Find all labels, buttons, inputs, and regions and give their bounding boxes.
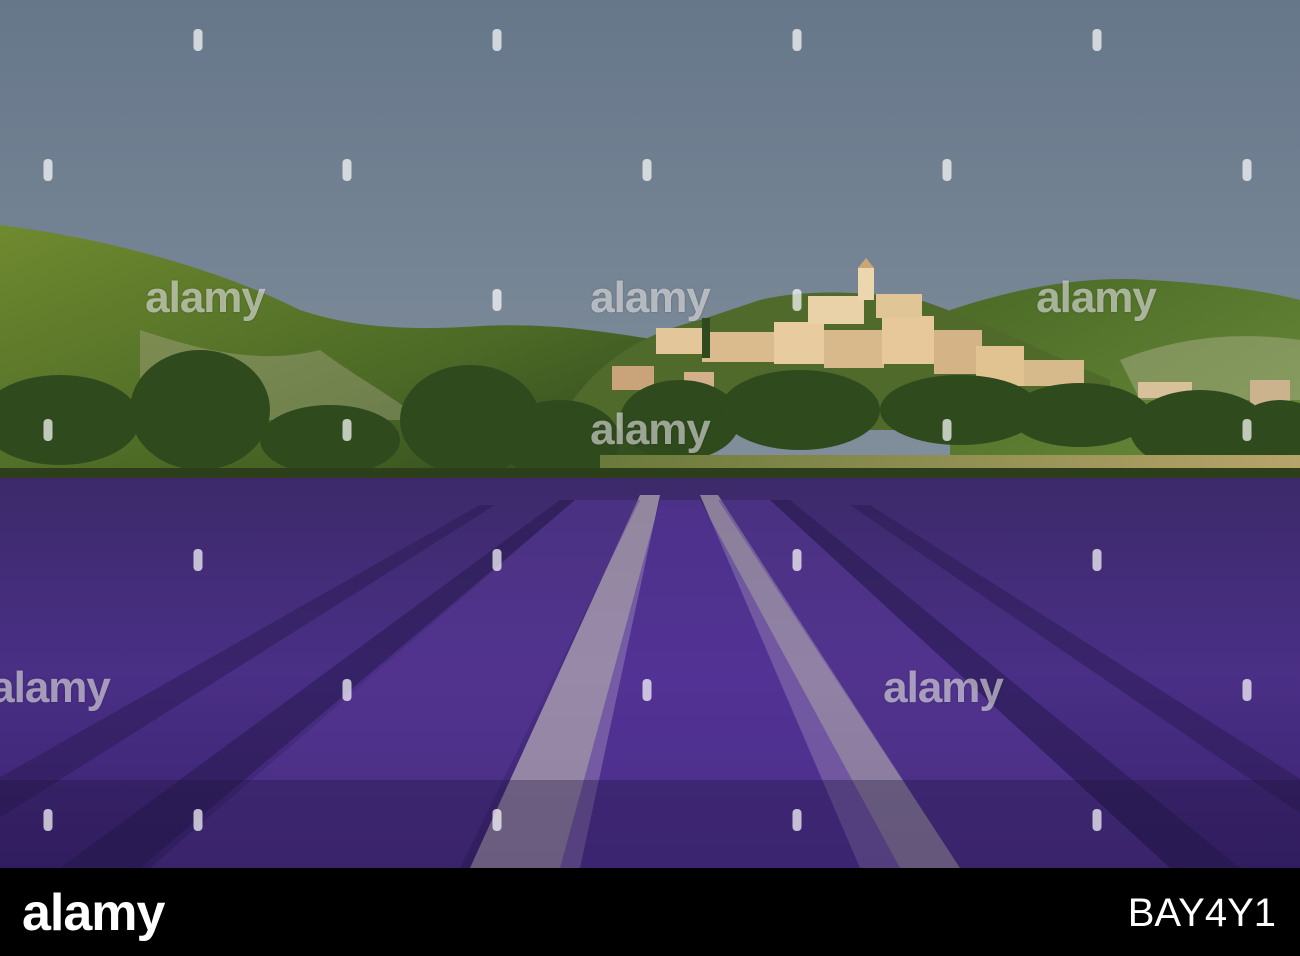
landscape-photo: [0, 0, 1300, 868]
footer-bar: alamy BAY4Y1: [0, 868, 1300, 956]
image-viewer: alamy alamy alamy alamy alamy alamy alam…: [0, 0, 1300, 956]
image-code: BAY4Y1: [1127, 891, 1276, 935]
brand-logo: alamy: [22, 884, 165, 942]
foreground-shade: [0, 780, 1300, 868]
photo-canvas: [0, 0, 1300, 868]
